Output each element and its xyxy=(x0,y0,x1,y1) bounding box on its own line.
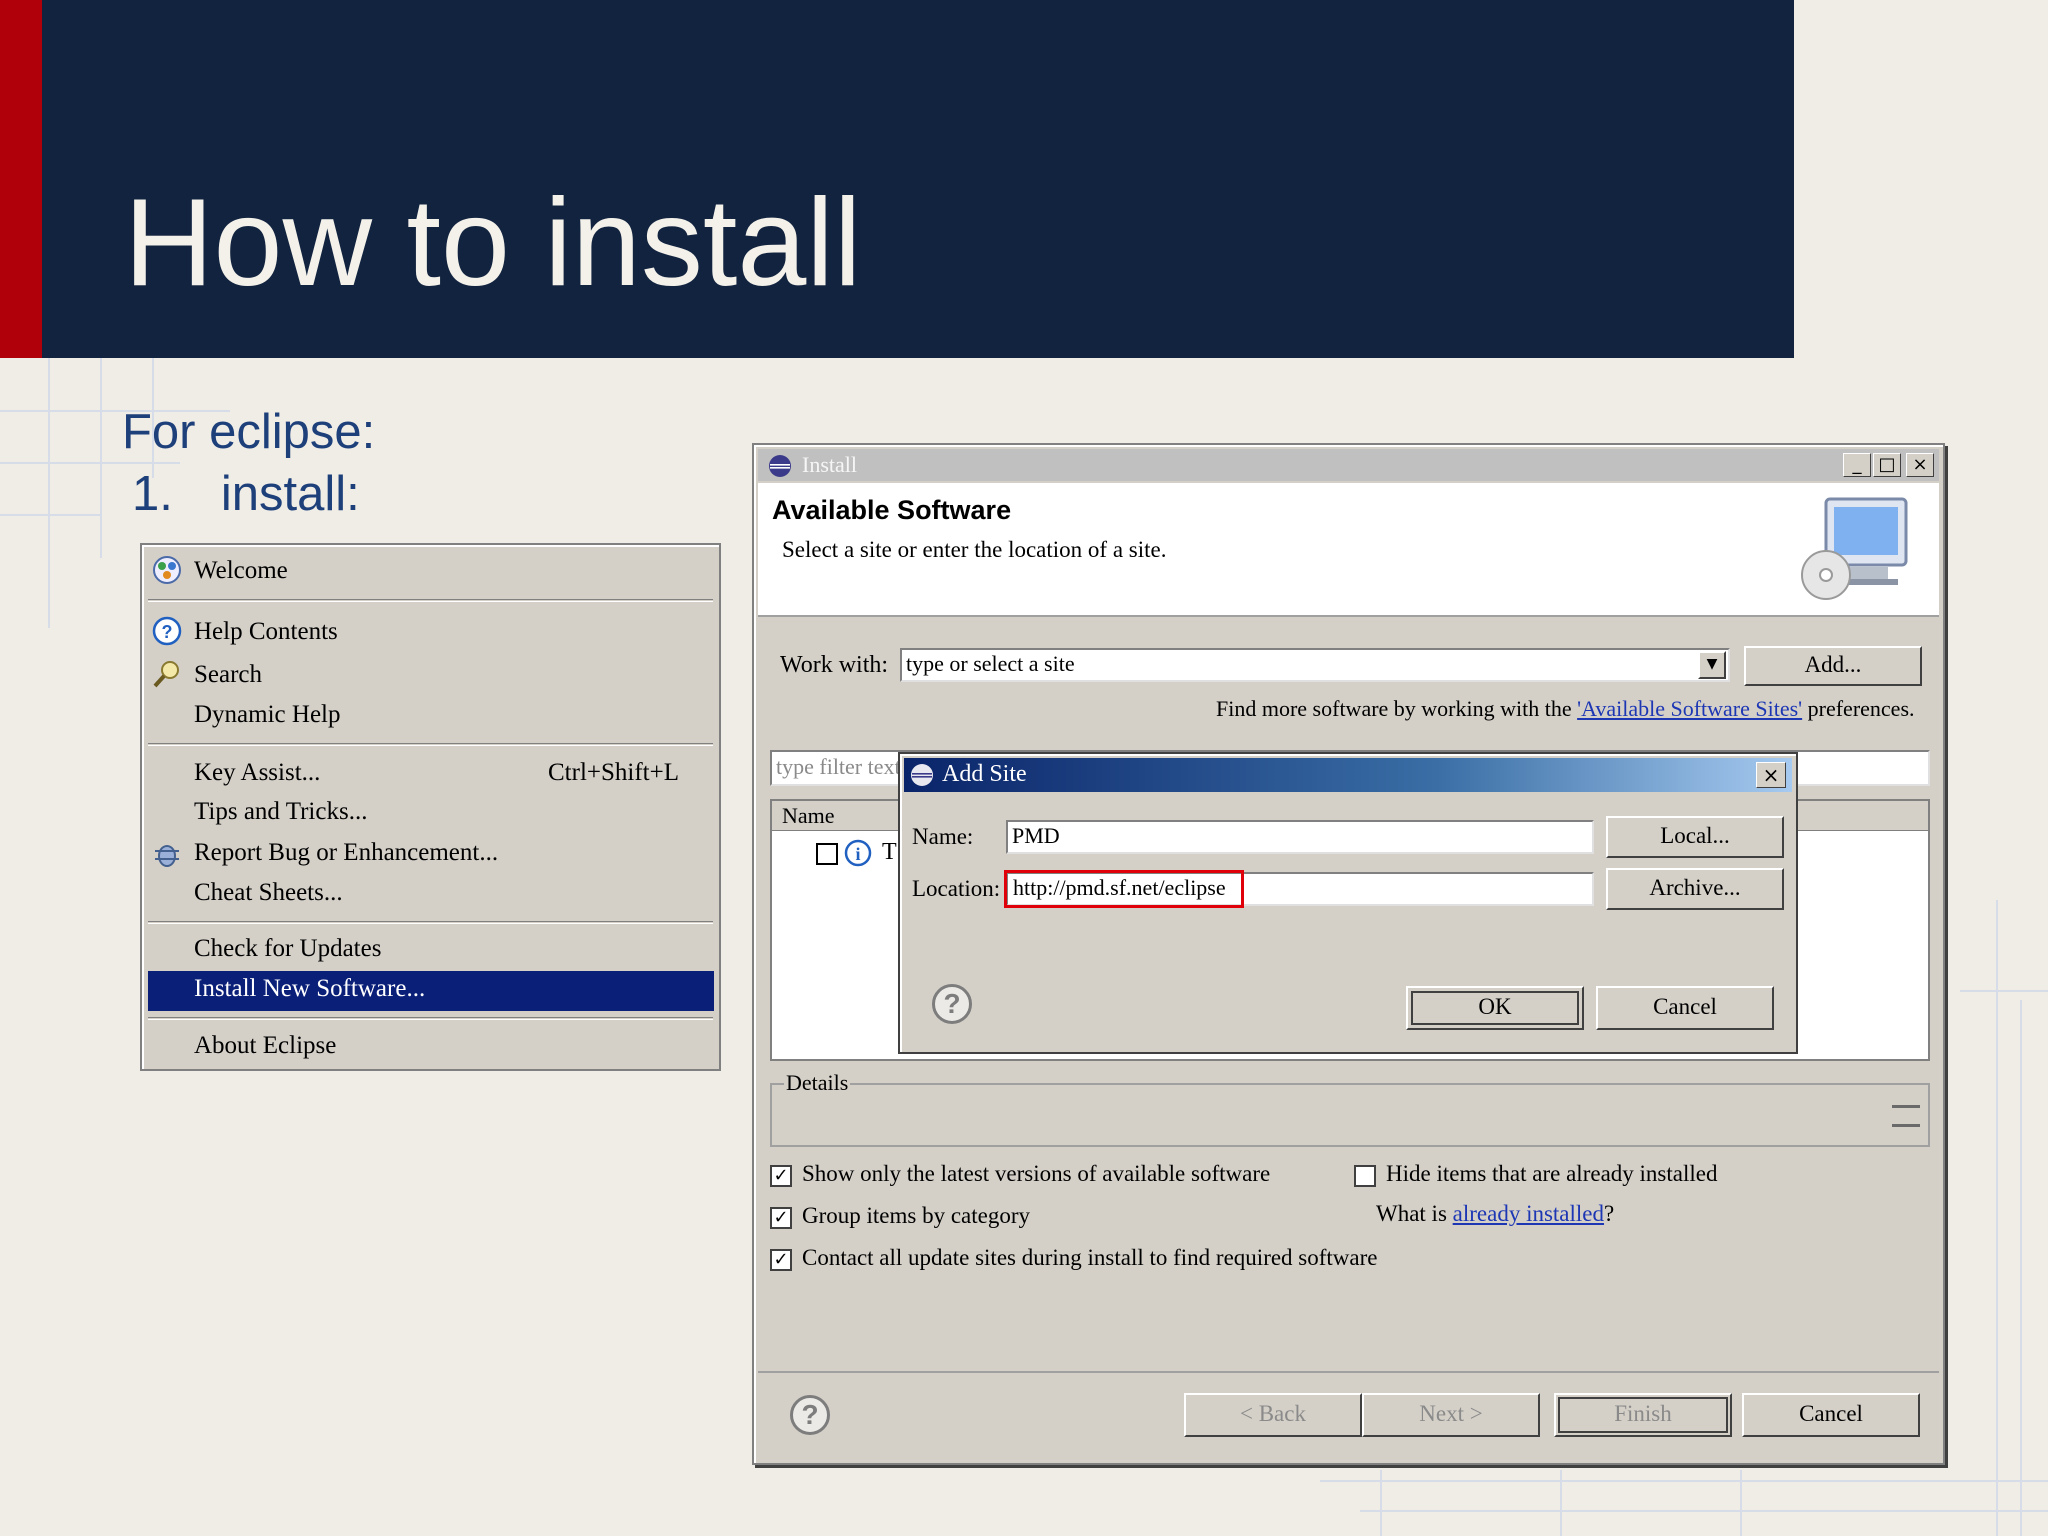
menu-item-report-bug[interactable]: Report Bug or Enhancement... xyxy=(194,839,498,867)
close-button[interactable]: × xyxy=(1906,453,1934,477)
archive-button[interactable]: Archive... xyxy=(1606,868,1784,910)
menu-item-welcome[interactable]: Welcome xyxy=(194,557,288,585)
close-button[interactable]: × xyxy=(1756,762,1786,788)
name-label: Name: xyxy=(912,824,974,849)
hide-installed-label: Hide items that are already installed xyxy=(1386,1161,1718,1186)
add-site-button[interactable]: Add... xyxy=(1744,646,1922,686)
menu-item-install-new-software-label: Install New Software... xyxy=(194,975,426,1002)
title-accent-bar xyxy=(0,0,42,358)
help-icon: ? xyxy=(152,616,182,646)
what-is-prefix: What is xyxy=(1376,1201,1453,1226)
chevron-down-icon[interactable]: ▼ xyxy=(1698,651,1726,679)
already-installed-link[interactable]: already installed xyxy=(1453,1201,1604,1226)
details-group xyxy=(770,1083,1930,1147)
menu-item-key-assist[interactable]: Key Assist... xyxy=(194,759,320,787)
add-site-cancel-button[interactable]: Cancel xyxy=(1596,986,1774,1030)
location-label: Location: xyxy=(912,876,1001,901)
group-by-category-label: Group items by category xyxy=(802,1203,1031,1228)
latest-versions-checkbox[interactable]: ✓ xyxy=(770,1165,792,1187)
welcome-icon xyxy=(153,556,181,584)
svg-text:i: i xyxy=(855,844,860,864)
tree-item-checkbox[interactable] xyxy=(816,843,838,865)
menu-separator xyxy=(148,599,713,602)
install-dialog-titlebar[interactable]: Install _ □ × xyxy=(758,449,1939,481)
header-title: Available Software xyxy=(772,495,1012,525)
install-dialog-title: Install xyxy=(802,452,857,477)
install-dialog-header: Available Software Select a site or ente… xyxy=(758,483,1939,617)
available-software-sites-link[interactable]: 'Available Software Sites' xyxy=(1577,696,1802,721)
contact-update-sites-label: Contact all update sites during install … xyxy=(802,1245,1378,1270)
back-button[interactable]: < Back xyxy=(1184,1393,1362,1437)
slide-title: How to install xyxy=(124,174,862,312)
menu-item-check-for-updates[interactable]: Check for Updates xyxy=(194,935,381,963)
find-more-suffix: preferences. xyxy=(1802,696,1915,721)
slide-subtitle: For eclipse: xyxy=(122,405,376,459)
ok-button[interactable]: OK xyxy=(1406,986,1584,1030)
step-text: install: xyxy=(220,467,360,521)
details-toggle-icon[interactable] xyxy=(1892,1105,1920,1127)
add-site-dialog: Add Site × Name: PMD Local... Location: … xyxy=(898,752,1798,1054)
menu-item-tips-and-tricks[interactable]: Tips and Tricks... xyxy=(194,798,367,826)
add-site-title: Add Site xyxy=(942,761,1027,787)
menu-item-dynamic-help[interactable]: Dynamic Help xyxy=(194,701,340,729)
group-by-category-checkbox[interactable]: ✓ xyxy=(770,1207,792,1229)
tree-item-label: T xyxy=(882,839,897,865)
menu-item-cheat-sheets[interactable]: Cheat Sheets... xyxy=(194,879,343,907)
menu-separator xyxy=(148,921,713,924)
step-1: 1. install: xyxy=(132,466,360,522)
find-more-prefix: Find more software by working with the xyxy=(1216,696,1578,721)
contact-update-sites-checkbox[interactable]: ✓ xyxy=(770,1249,792,1271)
find-more-text: Find more software by working with the '… xyxy=(1216,696,1915,722)
help-menu: Welcome ? Help Contents Search Dynamic H… xyxy=(140,543,721,1071)
eclipse-logo-icon xyxy=(911,764,933,786)
install-computer-icon xyxy=(1801,497,1908,600)
menu-separator xyxy=(148,743,713,746)
menu-item-help-contents[interactable]: Help Contents xyxy=(194,618,338,646)
help-icon[interactable]: ? xyxy=(932,984,972,1024)
finish-button[interactable]: Finish xyxy=(1554,1393,1732,1437)
cancel-button[interactable]: Cancel xyxy=(1742,1393,1920,1437)
latest-versions-label: Show only the latest versions of availab… xyxy=(802,1161,1271,1186)
what-is-suffix: ? xyxy=(1604,1201,1615,1226)
local-button[interactable]: Local... xyxy=(1606,816,1784,858)
maximize-button[interactable]: □ xyxy=(1873,453,1901,477)
info-icon: i xyxy=(844,839,872,867)
details-label: Details xyxy=(784,1070,851,1096)
next-button[interactable]: Next > xyxy=(1362,1393,1540,1437)
what-is-installed-text: What is already installed? xyxy=(1376,1201,1614,1227)
search-icon xyxy=(153,661,179,688)
bug-report-icon xyxy=(155,845,179,867)
menu-item-about-eclipse[interactable]: About Eclipse xyxy=(194,1032,336,1060)
menu-item-search[interactable]: Search xyxy=(194,661,262,689)
help-icon[interactable]: ? xyxy=(790,1395,830,1435)
work-with-combo[interactable]: type or select a site xyxy=(900,648,1730,682)
location-value-highlight: http://pmd.sf.net/eclipse xyxy=(1004,870,1244,908)
step-number: 1. xyxy=(132,467,173,521)
menu-separator xyxy=(148,1017,713,1020)
eclipse-logo-icon xyxy=(769,455,791,477)
name-column-header[interactable]: Name xyxy=(782,803,835,829)
footer-separator xyxy=(758,1371,1939,1373)
work-with-label: Work with: xyxy=(780,652,889,678)
header-description: Select a site or enter the location of a… xyxy=(782,537,1167,562)
minimize-button[interactable]: _ xyxy=(1843,453,1871,477)
add-site-titlebar[interactable]: Add Site × xyxy=(904,758,1792,792)
name-field[interactable]: PMD xyxy=(1006,820,1594,854)
hide-installed-checkbox[interactable] xyxy=(1354,1165,1376,1187)
svg-text:?: ? xyxy=(162,622,173,642)
key-assist-shortcut: Ctrl+Shift+L xyxy=(548,759,679,786)
